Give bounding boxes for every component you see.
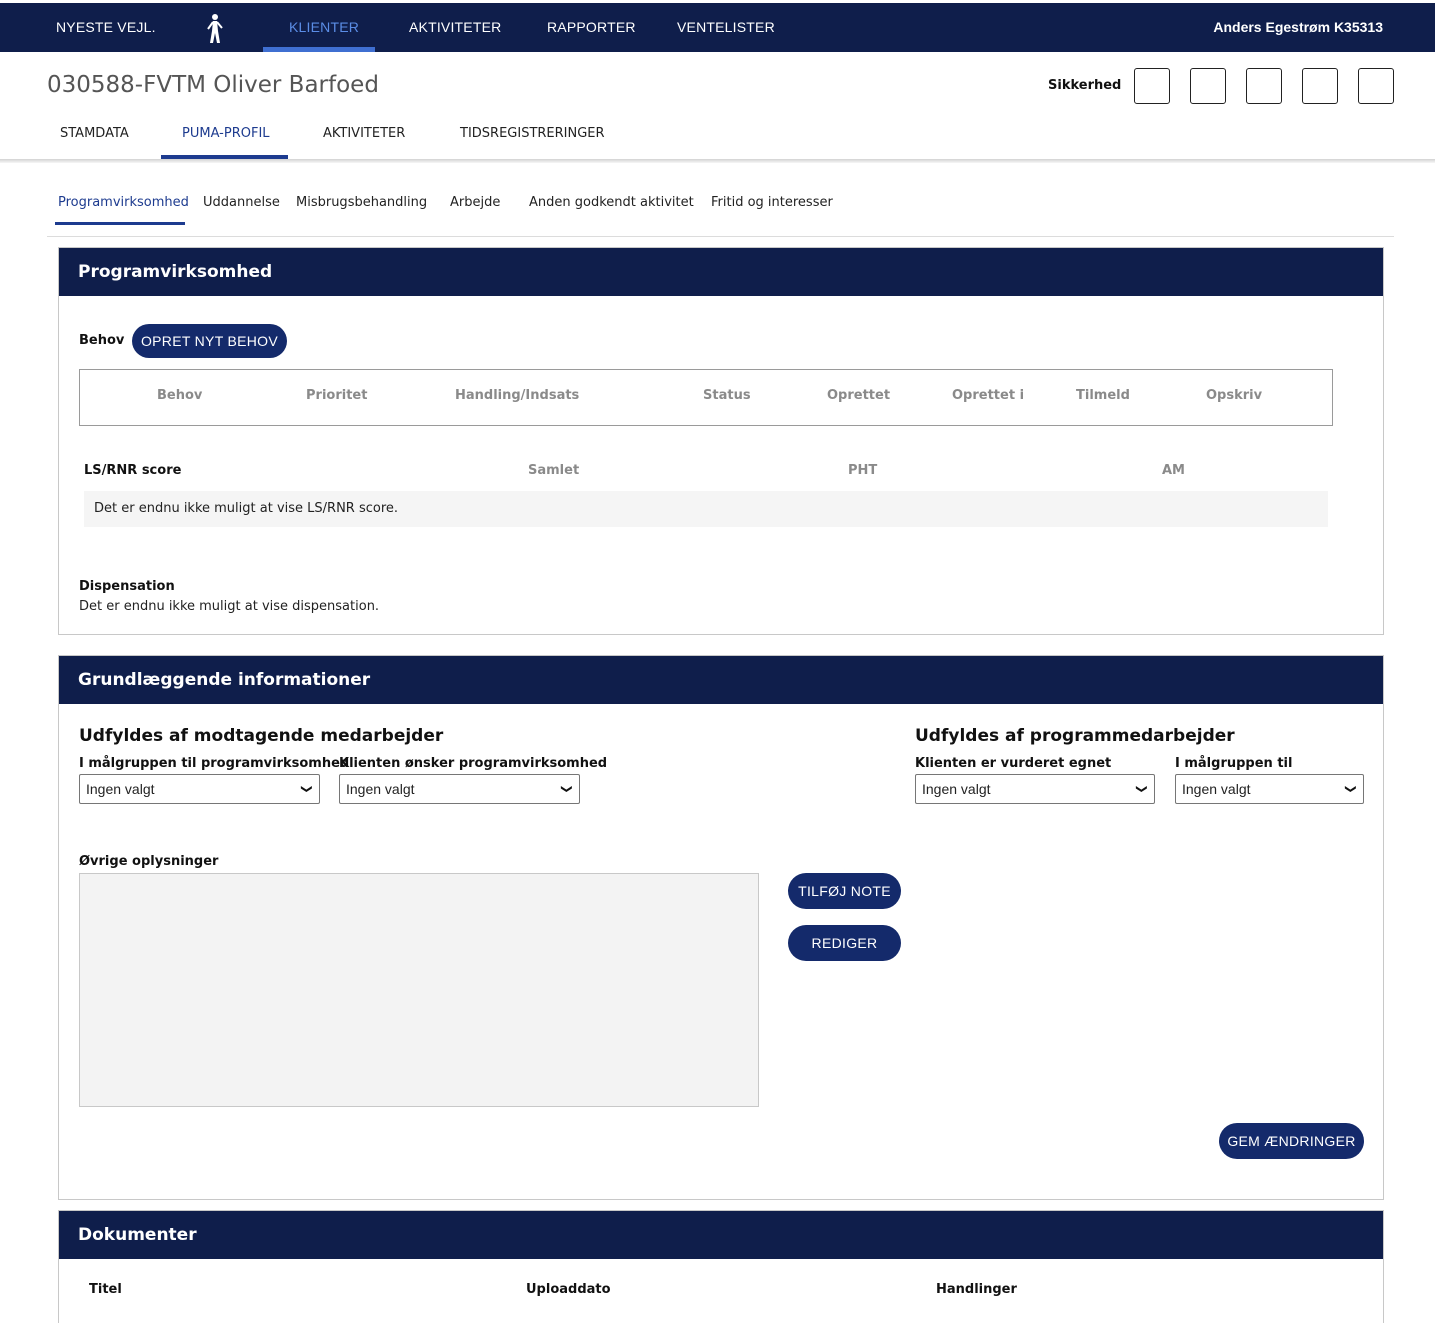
profile-tab-indicator [55,222,185,225]
chevron-down-icon: ❯ [1344,784,1357,794]
security-label: Sikkerhed [1048,78,1122,93]
program-panel-title: Programvirksomhed [59,248,1383,296]
score-empty-row: Det er endnu ikke muligt at vise LS/RNR … [84,491,1328,527]
program-panel: Programvirksomhed Behov OPRET NYT BEHOV … [58,247,1384,635]
chevron-down-icon: ❯ [300,784,313,794]
security-box-1[interactable] [1134,68,1170,104]
receiving-staff-heading: Udfyldes af modtagende medarbejder [79,726,444,746]
edit-button[interactable]: REDIGER [788,925,901,961]
score-am-header: AM [1162,463,1185,478]
dispensation-label: Dispensation [79,579,175,594]
top-navbar: NYESTE VEJL. KLIENTER AKTIVITETER RAPPOR… [0,3,1435,52]
documents-panel: Dokumenter Titel Uploaddato Handlinger [58,1210,1384,1323]
add-note-button[interactable]: TILFØJ NOTE [788,873,901,909]
field-label-maalgruppe-program: I målgruppen til programvirksomhed [79,756,350,771]
user-name[interactable]: Anders Egestrøm K35313 [1213,3,1383,52]
create-behov-button[interactable]: OPRET NYT BEHOV [132,324,287,358]
security-box-4[interactable] [1302,68,1338,104]
documents-titel-header: Titel [89,1282,122,1297]
save-changes-button[interactable]: GEM ÆNDRINGER [1219,1123,1364,1159]
nav-klienter[interactable]: KLIENTER [289,3,359,52]
tab-arbejde[interactable]: Arbejde [450,195,500,210]
chevron-down-icon: ❯ [560,784,573,794]
security-box-3[interactable] [1246,68,1282,104]
documents-title: Dokumenter [59,1211,1383,1259]
select-value: Ingen valgt [1182,781,1251,797]
behov-table: Behov Prioritet Handling/Indsats Status … [79,369,1333,426]
nav-aktiviteter[interactable]: AKTIVITETER [409,3,501,52]
oprettet-header: Oprettet [827,388,891,403]
handling-header: Handling/Indsats [455,388,580,403]
select-oensker-program[interactable]: Ingen valgt ❯ [339,774,580,804]
score-samlet-header: Samlet [528,463,580,478]
security-box-5[interactable] [1358,68,1394,104]
tab-misbrugsbehandling[interactable]: Misbrugsbehandling [296,195,427,210]
opskriv-header: Opskriv [1206,388,1263,403]
score-empty-text: Det er endnu ikke muligt at vise LS/RNR … [94,501,399,516]
dispensation-text: Det er endnu ikke muligt at vise dispens… [79,599,380,614]
select-value: Ingen valgt [922,781,991,797]
documents-uploaddato-header: Uploaddato [526,1282,611,1297]
profile-tabs-divider [47,236,1394,237]
tab-tidsregistreringer[interactable]: TIDSREGISTRERINGER [460,126,605,141]
prioritet-header: Prioritet [306,388,368,403]
security-box-2[interactable] [1190,68,1226,104]
behov-header: Behov [157,388,203,403]
tab-aktiviteter[interactable]: AKTIVITETER [323,126,405,141]
tab-puma-profil[interactable]: PUMA-PROFIL [182,126,270,141]
nav-ventelister[interactable]: VENTELISTER [677,3,775,52]
field-label-oensker-program: Klienten ønsker programvirksomhed [339,756,608,771]
client-title: 030588-FVTM Oliver Barfoed [47,72,379,98]
nav-nyeste-vejl[interactable]: NYESTE VEJL. [56,3,156,52]
select-value: Ingen valgt [346,781,415,797]
nav-rapporter[interactable]: RAPPORTER [547,3,636,52]
select-value: Ingen valgt [86,781,155,797]
behov-label: Behov [79,333,125,348]
status-header: Status [703,388,751,403]
nav-active-indicator [263,47,375,52]
tab-programvirksomhed[interactable]: Programvirksomhed [58,195,189,210]
tab-uddannelse[interactable]: Uddannelse [203,195,280,210]
chevron-down-icon: ❯ [1135,784,1148,794]
select-vurderet-egnet[interactable]: Ingen valgt ❯ [915,774,1155,804]
basic-info-panel: Grundlæggende informationer Udfyldes af … [58,655,1384,1200]
tab-stamdata[interactable]: STAMDATA [60,126,129,141]
oprettet-i-header: Oprettet i [952,388,1025,403]
tab-anden-godkendt-aktivitet[interactable]: Anden godkendt aktivitet [529,195,694,210]
tab-fritid-og-interesser[interactable]: Fritid og interesser [711,195,833,210]
score-title: LS/RNR score [84,463,182,478]
documents-handlinger-header: Handlinger [936,1282,1017,1297]
walking-figure-icon[interactable] [205,13,225,45]
notes-label: Øvrige oplysninger [79,854,219,869]
program-staff-heading: Udfyldes af programmedarbejder [915,726,1235,746]
field-label-vurderet-egnet: Klienten er vurderet egnet [915,756,1112,771]
tilmeld-header: Tilmeld [1076,388,1130,403]
basic-info-title: Grundlæggende informationer [59,656,1383,704]
score-pht-header: PHT [848,463,878,478]
notes-textarea[interactable] [79,873,759,1107]
header-divider [0,159,1435,163]
select-maalgruppe-program[interactable]: Ingen valgt ❯ [79,774,320,804]
select-maalgruppe-programmer[interactable]: Ingen valgt ❯ [1175,774,1364,804]
